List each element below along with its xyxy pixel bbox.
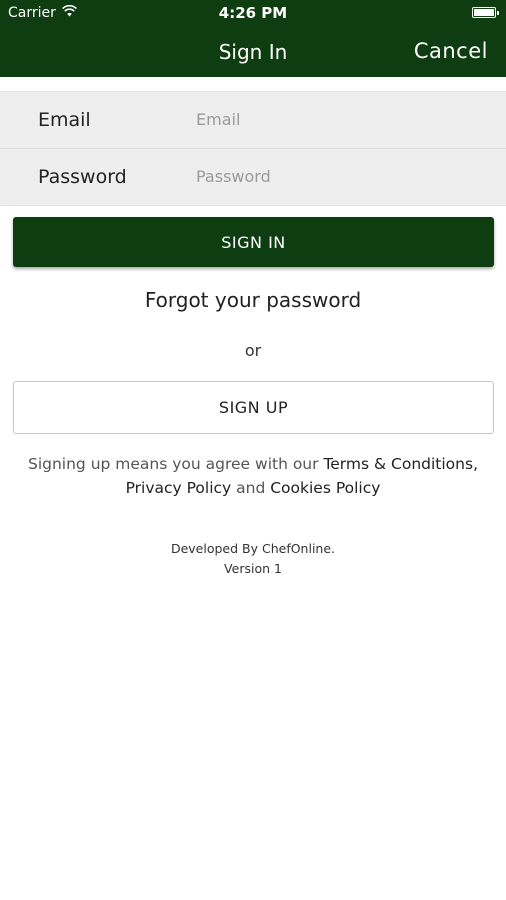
password-field[interactable] (196, 161, 486, 191)
privacy-policy-link[interactable]: Privacy Policy (126, 479, 232, 497)
sign-up-button[interactable]: SIGN UP (13, 381, 494, 434)
email-field[interactable] (196, 104, 486, 134)
version-label: Version 1 (224, 561, 282, 576)
email-row: Email (0, 92, 506, 148)
sign-in-form: Email Password (0, 91, 506, 206)
or-divider-text: or (244, 341, 262, 360)
developer-credit: Developed By ChefOnline. Version 1 (0, 539, 506, 579)
forgot-password-link[interactable]: Forgot your password (0, 288, 506, 312)
terms-notice: Signing up means you agree with our Term… (10, 452, 496, 500)
sign-in-button[interactable]: SIGN IN (13, 217, 494, 267)
developer-label: Developed By ChefOnline. (170, 541, 336, 556)
email-label: Email (38, 109, 91, 131)
top-bar: Carrier 4:26 PM Sign In Cancel (0, 0, 506, 77)
password-row: Password (0, 148, 506, 205)
status-time: 4:26 PM (218, 4, 288, 22)
terms-conditions-link[interactable]: Terms & Conditions, (323, 455, 478, 473)
cookies-policy-link[interactable]: Cookies Policy (270, 479, 380, 497)
terms-and: and (231, 479, 271, 497)
battery-icon (472, 7, 499, 18)
terms-prefix: Signing up means you agree with our (27, 455, 324, 473)
password-label: Password (38, 166, 127, 188)
cancel-button[interactable]: Cancel (414, 39, 488, 63)
